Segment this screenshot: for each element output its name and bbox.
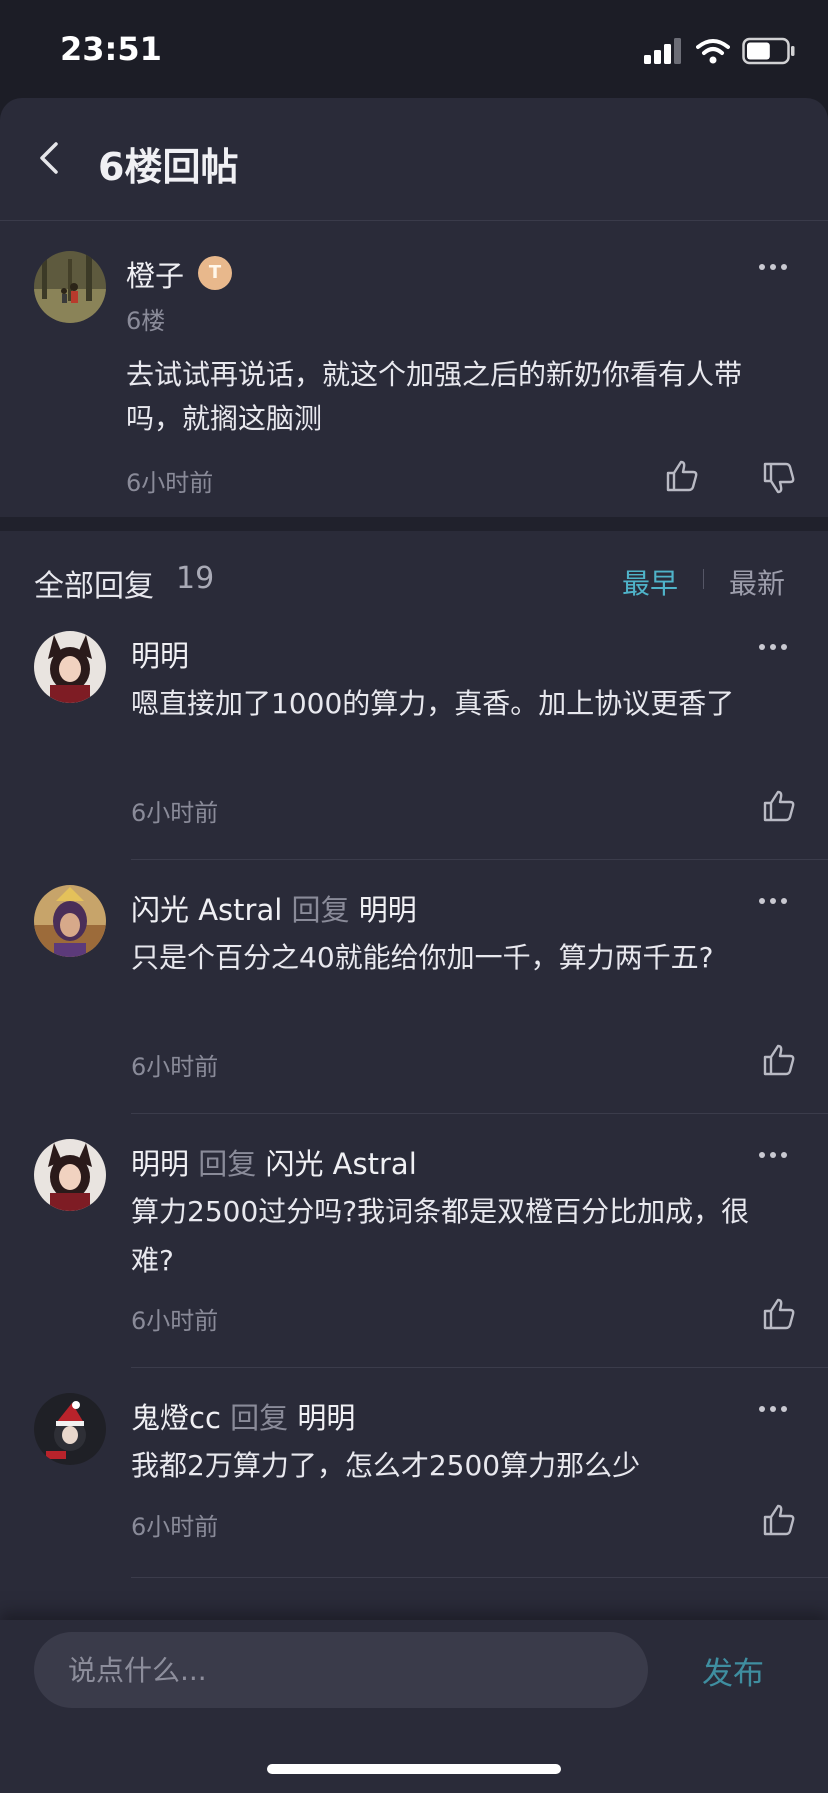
- reply-header: 明明 回复 闪光 Astral: [131, 1141, 417, 1183]
- avatar[interactable]: [34, 885, 106, 957]
- reply-time: 6小时前: [131, 1053, 219, 1081]
- thumbs-up-icon[interactable]: [762, 1503, 796, 1537]
- reply-divider: [131, 859, 828, 860]
- reply-time: 6小时前: [131, 1307, 219, 1335]
- reply-header: 明明: [131, 633, 189, 675]
- avatar[interactable]: [34, 1139, 106, 1211]
- more-icon[interactable]: [756, 1152, 790, 1162]
- reply-content: 我都2万算力了，怎么才2500算力那么少: [131, 1449, 641, 1482]
- comment-input[interactable]: [34, 1632, 648, 1708]
- reply-divider: [131, 1113, 828, 1114]
- reply-content: 只是个百分之40就能给你加一千，算力两千五?: [131, 941, 714, 974]
- reply-target[interactable]: 明明: [359, 893, 417, 927]
- replies-label: 全部回复: [34, 569, 154, 604]
- sort-separator: [703, 569, 704, 589]
- reply-item: 明明 嗯直接加了1000的算力，真香。加上协议更香了 6小时前: [0, 617, 828, 871]
- reply-content: 嗯直接加了1000的算力，真香。加上协议更香了: [131, 687, 735, 720]
- avatar[interactable]: [34, 1393, 106, 1465]
- battery-icon: [742, 37, 795, 65]
- reply-author[interactable]: 闪光 Astral: [131, 893, 282, 927]
- status-icons: [644, 36, 796, 66]
- post-time: 6小时前: [126, 469, 214, 497]
- post-content: 去试试再说话，就这个加强之后的新奶你看有人带吗，就搁这脑测: [126, 358, 743, 435]
- avatar[interactable]: [34, 631, 106, 703]
- user-level-badge: T: [198, 256, 232, 290]
- status-time: 23:51: [60, 30, 162, 68]
- reply-verb: 回复: [198, 1147, 257, 1181]
- thumbs-up-icon[interactable]: [762, 789, 796, 823]
- avatar[interactable]: [34, 251, 106, 323]
- floor-number: 6楼: [126, 307, 166, 335]
- home-indicator: [267, 1764, 561, 1774]
- reply-header: 鬼燈cc 回复 明明: [131, 1395, 355, 1437]
- reply-item: 闪光 Astral 回复 明明 只是个百分之40就能给你加一千，算力两千五? 6…: [0, 871, 828, 1125]
- more-icon[interactable]: [756, 264, 790, 274]
- sort-earliest-tab[interactable]: 最早: [622, 562, 678, 602]
- reply-author[interactable]: 明明: [131, 639, 189, 673]
- reply-header: 闪光 Astral 回复 明明: [131, 887, 417, 929]
- thumbs-up-icon[interactable]: [762, 1043, 796, 1077]
- reply-item: 鬼燈cc 回复 明明 我都2万算力了，怎么才2500算力那么少 6小时前: [0, 1379, 828, 1633]
- section-divider: [0, 517, 828, 531]
- thumbs-down-icon[interactable]: [762, 461, 796, 495]
- nav-bar: 6楼回帖: [0, 98, 828, 221]
- publish-button[interactable]: 发布: [702, 1648, 764, 1693]
- reply-author[interactable]: 鬼燈cc: [131, 1401, 221, 1435]
- sort-newest-tab[interactable]: 最新: [729, 562, 785, 602]
- reply-divider: [131, 1577, 828, 1578]
- reply-divider: [131, 1367, 828, 1368]
- reply-time: 6小时前: [131, 1513, 219, 1541]
- more-icon[interactable]: [756, 644, 790, 654]
- page-title: 6楼回帖: [98, 145, 239, 189]
- status-bar: 23:51: [0, 0, 828, 98]
- wifi-icon: [696, 39, 730, 64]
- reply-content: 算力2500过分吗?我词条都是双橙百分比加成，很难?: [131, 1195, 750, 1277]
- more-icon[interactable]: [756, 1406, 790, 1416]
- reply-target[interactable]: 闪光 Astral: [265, 1147, 416, 1181]
- replies-count: 19: [176, 561, 215, 596]
- replies-header: 全部回复 19 最早 最新: [0, 531, 828, 617]
- reply-verb: 回复: [291, 893, 350, 927]
- reply-sheet: 6楼回帖 橙子 T 6楼 去试试再说话，就这个加强之后的新奶你看有人带吗，就搁这…: [0, 98, 828, 1793]
- more-icon[interactable]: [756, 898, 790, 908]
- reply-verb: 回复: [230, 1401, 289, 1435]
- author-name[interactable]: 橙子: [126, 253, 184, 295]
- reply-target[interactable]: 明明: [297, 1401, 355, 1435]
- reply-author[interactable]: 明明: [131, 1147, 189, 1181]
- chevron-left-icon[interactable]: [32, 138, 68, 178]
- reply-item: 明明 回复 闪光 Astral 算力2500过分吗?我词条都是双橙百分比加成，很…: [0, 1125, 828, 1379]
- reply-time: 6小时前: [131, 799, 219, 827]
- thumbs-up-icon[interactable]: [665, 459, 699, 493]
- signal-icon: [644, 38, 681, 64]
- thumbs-up-icon[interactable]: [762, 1297, 796, 1331]
- main-post: 橙子 T 6楼 去试试再说话，就这个加强之后的新奶你看有人带吗，就搁这脑测 6小…: [0, 221, 828, 517]
